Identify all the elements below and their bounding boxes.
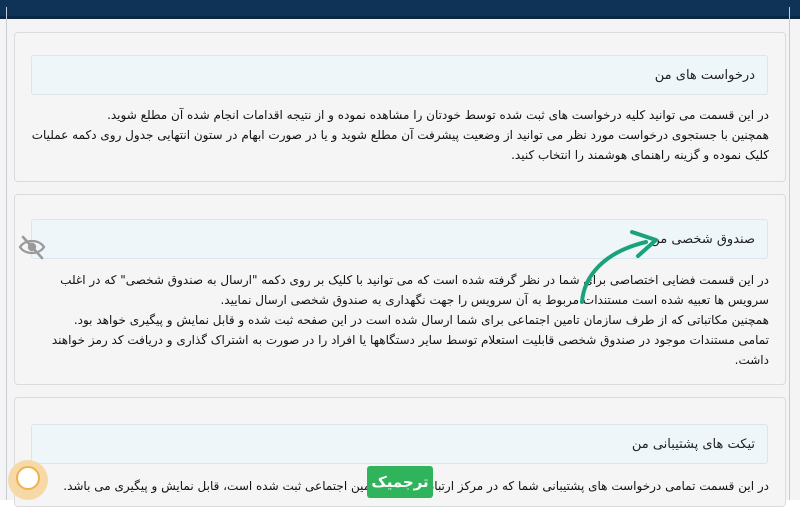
section-card-my-requests: درخواست های من در این قسمت می توانید کلی… [14,32,786,182]
avatar-inner [16,466,40,490]
translate-badge[interactable]: ترجمیک [367,466,433,498]
section-paragraph: همچنین مکاتباتی که از طرف سازمان تامین ا… [73,313,769,327]
section-body-my-requests: در این قسمت می توانید کلیه درخواست های ث… [29,105,769,165]
section-card-personal-box: صندوق شخصی من در این قسمت فضایی اختصاصی … [14,194,786,385]
eye-slash-icon[interactable] [17,232,47,262]
section-header-my-requests[interactable]: درخواست های من [31,55,768,95]
section-paragraph: همچنین با جستجوی درخواست مورد نظر می توا… [31,128,769,162]
section-header-support-tickets[interactable]: تیکت های پشتیبانی من [31,424,768,464]
section-paragraph: تمامی مستندات موجود در صندوق شخصی قابلیت… [51,333,769,367]
section-title-support-tickets: تیکت های پشتیبانی من [631,436,755,452]
section-title-my-requests: درخواست های من [654,67,755,83]
section-paragraph: در این قسمت می توانید کلیه درخواست های ث… [107,108,769,122]
avatar-icon[interactable] [8,460,48,500]
curved-arrow-icon [580,230,658,304]
